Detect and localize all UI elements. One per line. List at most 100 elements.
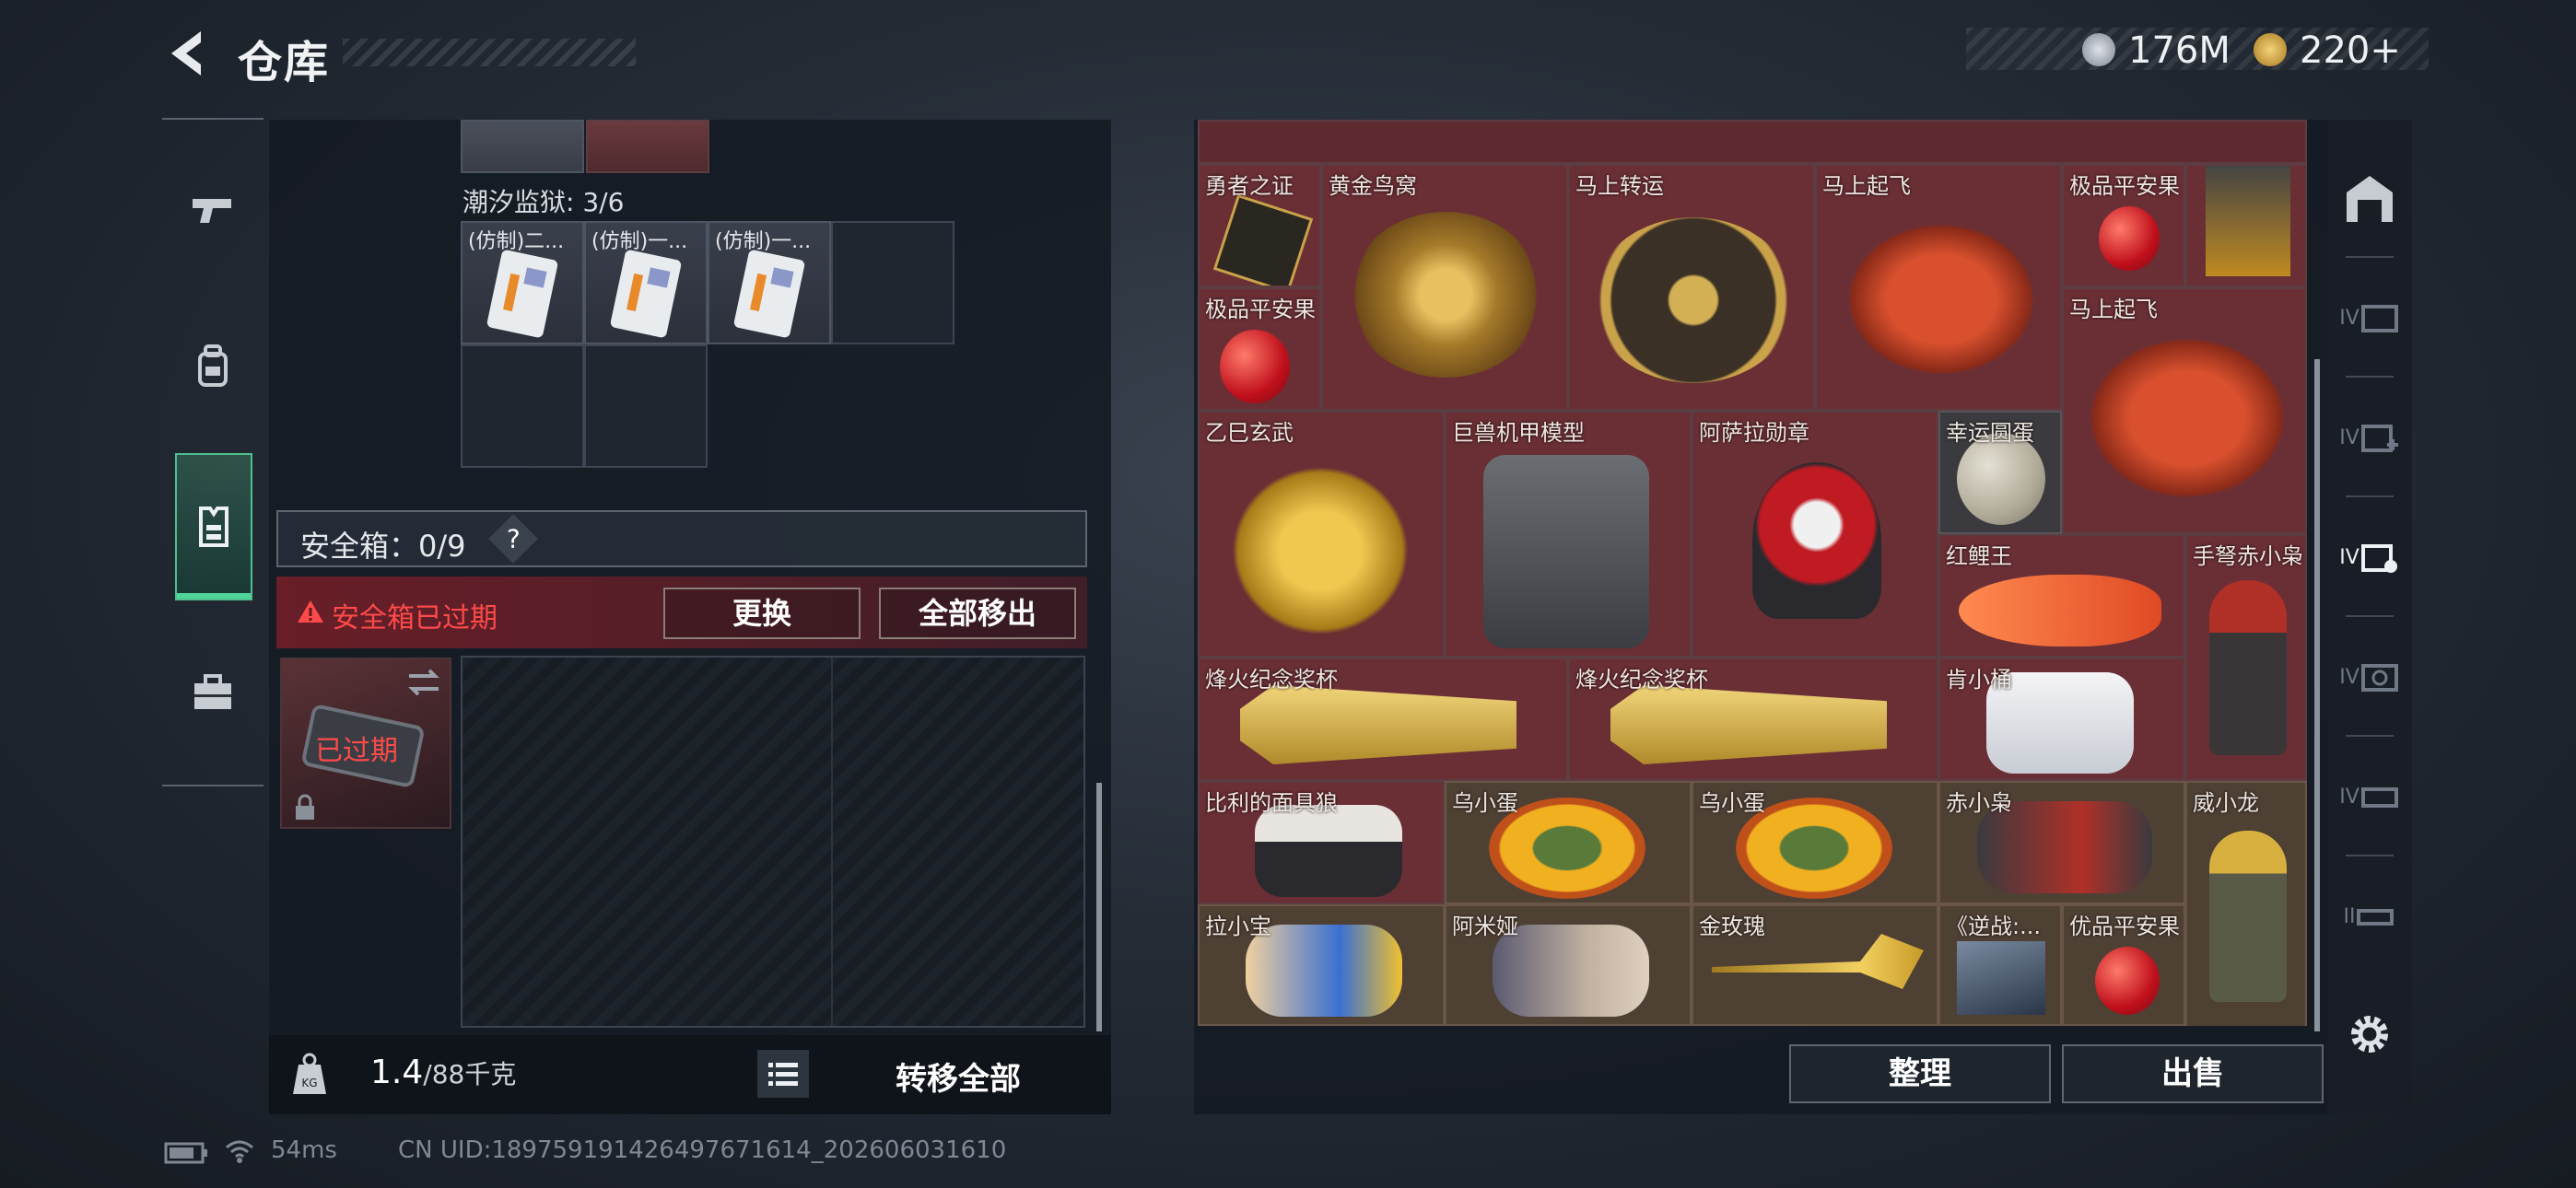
- horse-statue-icon: [2086, 335, 2289, 501]
- sort-button[interactable]: 整理: [1789, 1044, 2051, 1103]
- collectible-icon: [2360, 544, 2397, 573]
- safebox-storage-grid[interactable]: [461, 656, 1085, 1028]
- ping-readout: 54ms: [271, 1136, 337, 1164]
- inventory-item[interactable]: 手弩赤小枭: [2185, 534, 2307, 781]
- list-icon: [768, 1063, 798, 1086]
- item-label: (仿制)一...: [715, 230, 812, 253]
- container-item[interactable]: (仿制)一...: [708, 221, 831, 344]
- item-label: 拉小宝: [1205, 914, 1271, 939]
- nav-weapon[interactable]: [162, 136, 263, 284]
- safebox-slot[interactable]: 已过期: [280, 658, 451, 829]
- help-button[interactable]: ?: [488, 514, 538, 564]
- inventory-item[interactable]: 极品平安果: [1198, 287, 1321, 411]
- category-icon: [2360, 305, 2398, 332]
- nav-case[interactable]: [162, 619, 263, 766]
- figure-icon: [2206, 166, 2290, 276]
- nav-vest[interactable]: [175, 453, 252, 600]
- category-icon: [2360, 787, 2398, 808]
- item-label: 手弩赤小枭: [2193, 543, 2303, 569]
- inventory-grid: 勇者之证 黄金鸟窝 马上转运 马上起飞 极品平安果 极品平安果 马上起飞 乙巳玄…: [1198, 120, 2307, 1026]
- inventory-item[interactable]: 比利的面具狼: [1198, 781, 1445, 904]
- inventory-item[interactable]: 乌小蛋: [1692, 781, 1938, 904]
- inventory-item[interactable]: 幸运圆蛋: [1938, 411, 2062, 534]
- nav-tier-1[interactable]: IV: [2327, 258, 2412, 378]
- partial-item[interactable]: [586, 120, 709, 173]
- inventory-item[interactable]: 黄金鸟窝: [1321, 164, 1568, 411]
- mech-model-icon: [1483, 455, 1649, 648]
- item-label: 比利的面具狼: [1205, 790, 1338, 816]
- tier-label: II: [2343, 904, 2356, 928]
- figure-icon: [2209, 831, 2287, 1002]
- empty-slot[interactable]: [461, 344, 584, 468]
- nav-tier-6[interactable]: II: [2327, 856, 2412, 976]
- tier-label: IV: [2339, 665, 2359, 689]
- sell-button[interactable]: 出售: [2062, 1044, 2324, 1103]
- inventory-item[interactable]: [2185, 164, 2307, 287]
- inventory-item[interactable]: 肯小桶: [1938, 658, 2185, 781]
- weight-readout: 1.4/88千克: [370, 1054, 516, 1091]
- item-label: 阿米娅: [1452, 914, 1518, 939]
- container-item[interactable]: (仿制)二...: [461, 221, 584, 344]
- item-label: 马上起飞: [2069, 297, 2158, 322]
- item-label: 勇者之证: [1205, 173, 1294, 199]
- inventory-item[interactable]: 乙巳玄武: [1198, 411, 1445, 658]
- inventory-item[interactable]: 乌小蛋: [1445, 781, 1692, 904]
- inventory-item[interactable]: 马上起飞: [2062, 287, 2307, 534]
- right-scrollbar[interactable]: [2314, 359, 2320, 1031]
- nav-tier-3[interactable]: IV: [2327, 497, 2412, 617]
- nav-tier-5[interactable]: IV: [2327, 737, 2412, 856]
- egg-icon: [1957, 433, 2045, 525]
- transfer-all-button[interactable]: 转移全部: [896, 1054, 1021, 1099]
- currency-bar: 176M 220+: [1966, 28, 2429, 72]
- card-icon: [732, 249, 806, 339]
- item-label: 优品平安果: [2069, 914, 2180, 939]
- help-icon: ?: [506, 523, 521, 553]
- inventory-item[interactable]: 烽火纪念奖杯: [1568, 658, 1938, 781]
- empty-slot[interactable]: [831, 221, 954, 344]
- nav-warehouse[interactable]: [2327, 138, 2412, 258]
- item-label: 肯小桶: [1946, 667, 2012, 693]
- partial-item[interactable]: [461, 120, 584, 173]
- inventory-item[interactable]: 拉小宝: [1198, 904, 1445, 1026]
- item-label: 极品平安果: [1205, 297, 1316, 322]
- apple-icon: [2099, 206, 2160, 271]
- inventory-item[interactable]: 勇者之证: [1198, 164, 1321, 287]
- remove-all-button[interactable]: 全部移出: [879, 588, 1076, 639]
- battery-icon: [164, 1142, 207, 1164]
- swap-icon: [408, 669, 439, 696]
- nav-tier-2[interactable]: IV: [2327, 378, 2412, 497]
- nav-tier-4[interactable]: IV: [2327, 617, 2412, 737]
- inventory-item[interactable]: 赤小枭: [1938, 781, 2185, 904]
- inventory-item[interactable]: 《逆战:...: [1938, 904, 2062, 1026]
- horse-statue-icon: [1844, 221, 2038, 378]
- back-arrow-icon[interactable]: [164, 28, 208, 79]
- inventory-item[interactable]: 马上起飞: [1815, 164, 2062, 411]
- inventory-item[interactable]: 马上转运: [1568, 164, 1815, 411]
- settings-button[interactable]: [2327, 993, 2412, 1076]
- left-scrollbar[interactable]: [1096, 783, 1102, 1031]
- inventory-item[interactable]: 烽火纪念奖杯: [1198, 658, 1568, 781]
- inventory-item[interactable]: 金玫瑰: [1692, 904, 1938, 1026]
- container-item[interactable]: (仿制)一...: [584, 221, 708, 344]
- inventory-item[interactable]: 巨兽机甲模型: [1445, 411, 1692, 658]
- item-label: 幸运圆蛋: [1946, 420, 2034, 446]
- item-label: 黄金鸟窝: [1329, 173, 1417, 199]
- inventory-item[interactable]: 优品平安果: [2062, 904, 2185, 1026]
- gold-balance: 220+: [2300, 29, 2401, 72]
- empty-slot[interactable]: [584, 344, 708, 468]
- weight-icon: KG: [293, 1053, 326, 1094]
- list-view-button[interactable]: [757, 1050, 809, 1098]
- item-label: 阿萨拉勋章: [1699, 420, 1809, 446]
- nav-backpack[interactable]: [162, 293, 263, 440]
- inventory-item[interactable]: 红鲤王: [1938, 534, 2185, 658]
- item-label: 威小龙: [2193, 790, 2259, 816]
- partial-row: [1198, 120, 2307, 164]
- replace-button[interactable]: 更换: [663, 588, 861, 639]
- inventory-item[interactable]: 威小龙: [2185, 781, 2307, 1026]
- inventory-item[interactable]: 极品平安果: [2062, 164, 2185, 287]
- tier-label: IV: [2339, 545, 2359, 569]
- inventory-item[interactable]: 阿米娅: [1445, 904, 1692, 1026]
- title-decoration: [343, 39, 636, 66]
- inventory-item[interactable]: 阿萨拉勋章: [1692, 411, 1938, 658]
- tier-label: IV: [2339, 425, 2359, 449]
